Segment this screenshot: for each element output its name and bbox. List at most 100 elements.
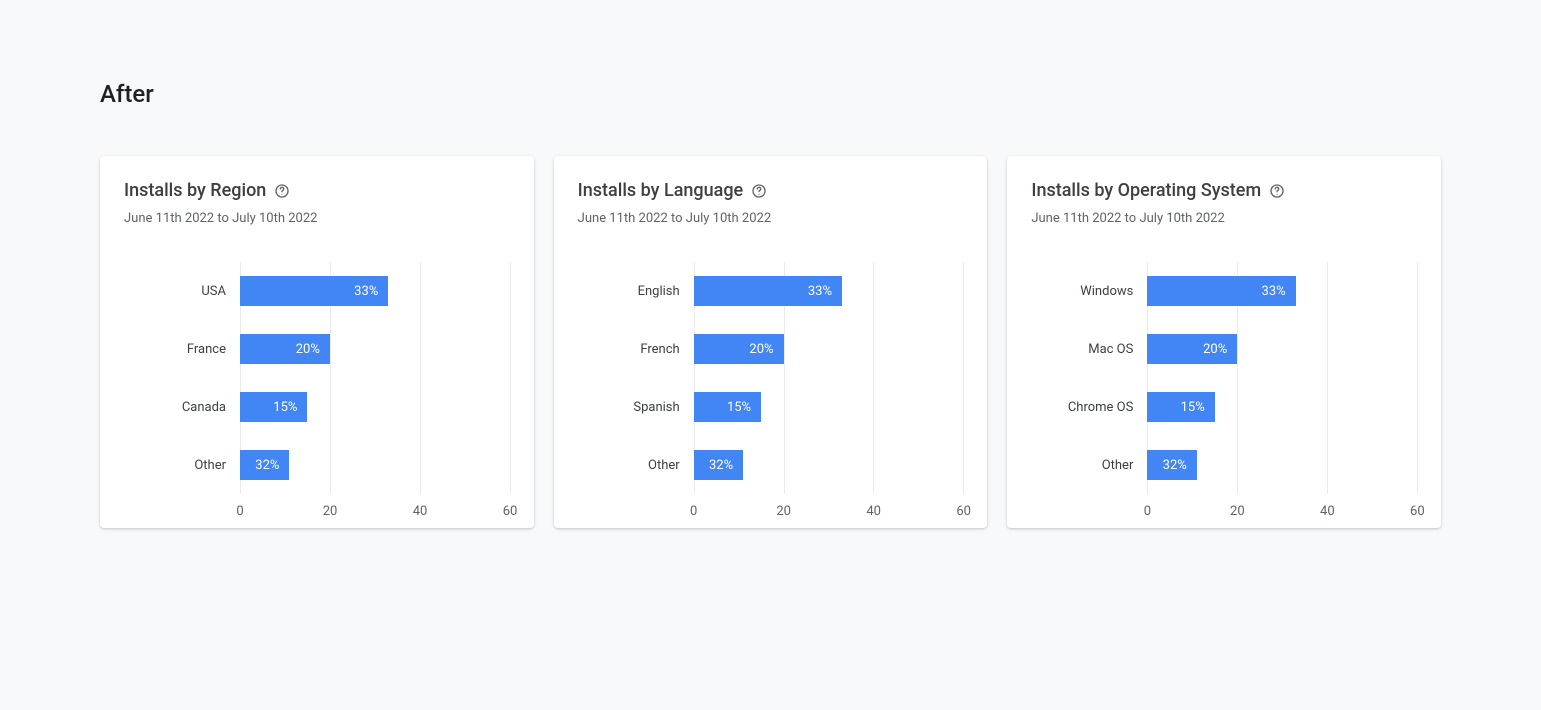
bar-fill: 20% [694, 334, 784, 364]
card-title: Installs by Operating System [1031, 180, 1261, 201]
bar-fill: 33% [694, 276, 842, 306]
bar-row: Canada 15% [124, 378, 510, 436]
bar-fill: 33% [1147, 276, 1295, 306]
card-title-row: Installs by Operating System [1031, 180, 1417, 201]
chart-area: Windows 33% Mac OS 20% Chrome OS 15% [1031, 262, 1417, 504]
bar-value: 33% [354, 284, 378, 299]
chart-area: English 33% French 20% Spanish 15% [578, 262, 964, 504]
bar-label: Windows [1031, 284, 1147, 299]
help-icon[interactable] [1269, 183, 1285, 199]
bar-label: Mac OS [1031, 342, 1147, 357]
bar-value: 32% [709, 458, 733, 473]
card-header: Installs by Operating System June 11th 2… [1031, 180, 1417, 226]
bar-track: 33% [1147, 276, 1417, 306]
x-tick: 40 [866, 504, 881, 519]
bar-value: 20% [749, 342, 773, 357]
page-title: After [100, 80, 1441, 108]
bar-track: 15% [694, 392, 964, 422]
bars-container: English 33% French 20% Spanish 15% [578, 262, 964, 494]
bar-fill: 15% [1147, 392, 1214, 422]
bar-fill: 32% [694, 450, 743, 480]
bar-row: Mac OS 20% [1031, 320, 1417, 378]
bar-fill: 20% [240, 334, 330, 364]
gridline [510, 262, 511, 494]
bar-row: Other 32% [124, 436, 510, 494]
card-title-row: Installs by Language [578, 180, 964, 201]
x-tick: 60 [503, 504, 518, 519]
chart-area: USA 33% France 20% Canada 15% [124, 262, 510, 504]
bar-value: 20% [296, 342, 320, 357]
bar-track: 15% [240, 392, 510, 422]
bar-row: Other 32% [578, 436, 964, 494]
card-title: Installs by Region [124, 180, 266, 201]
bar-track: 32% [694, 450, 964, 480]
bar-label: Spanish [578, 400, 694, 415]
card-title-row: Installs by Region [124, 180, 510, 201]
gridline [963, 262, 964, 494]
bar-label: Canada [124, 400, 240, 415]
bar-label: French [578, 342, 694, 357]
bar-fill: 32% [1147, 450, 1196, 480]
bars-container: Windows 33% Mac OS 20% Chrome OS 15% [1031, 262, 1417, 494]
bar-track: 33% [694, 276, 964, 306]
bar-fill: 32% [240, 450, 289, 480]
bar-track: 32% [240, 450, 510, 480]
bar-row: English 33% [578, 262, 964, 320]
card-subtitle: June 11th 2022 to July 10th 2022 [1031, 211, 1417, 226]
x-tick: 20 [1230, 504, 1245, 519]
bar-value: 20% [1203, 342, 1227, 357]
bar-track: 33% [240, 276, 510, 306]
bar-row: French 20% [578, 320, 964, 378]
bar-value: 15% [273, 400, 297, 415]
bar-row: France 20% [124, 320, 510, 378]
x-tick: 20 [323, 504, 338, 519]
card-region: Installs by Region June 11th 2022 to Jul… [100, 156, 534, 528]
bar-row: Spanish 15% [578, 378, 964, 436]
bar-value: 15% [727, 400, 751, 415]
bar-fill: 33% [240, 276, 388, 306]
bar-fill: 15% [240, 392, 307, 422]
help-icon[interactable] [274, 183, 290, 199]
help-icon[interactable] [751, 183, 767, 199]
bar-track: 15% [1147, 392, 1417, 422]
bar-label: France [124, 342, 240, 357]
x-tick: 0 [236, 504, 243, 519]
card-header: Installs by Region June 11th 2022 to Jul… [124, 180, 510, 226]
bar-fill: 20% [1147, 334, 1237, 364]
bar-label: Other [1031, 458, 1147, 473]
bar-track: 32% [1147, 450, 1417, 480]
x-tick: 40 [413, 504, 428, 519]
x-tick: 20 [776, 504, 791, 519]
bar-value: 33% [808, 284, 832, 299]
bar-track: 20% [1147, 334, 1417, 364]
card-subtitle: June 11th 2022 to July 10th 2022 [578, 211, 964, 226]
card-title: Installs by Language [578, 180, 744, 201]
bars-container: USA 33% France 20% Canada 15% [124, 262, 510, 494]
x-tick: 60 [1410, 504, 1425, 519]
x-tick: 60 [956, 504, 971, 519]
card-language: Installs by Language June 11th 2022 to J… [554, 156, 988, 528]
bar-label: English [578, 284, 694, 299]
bar-value: 32% [1163, 458, 1187, 473]
bar-value: 32% [255, 458, 279, 473]
bar-label: Chrome OS [1031, 400, 1147, 415]
bar-fill: 15% [694, 392, 761, 422]
bar-value: 15% [1181, 400, 1205, 415]
bar-row: Windows 33% [1031, 262, 1417, 320]
bar-track: 20% [240, 334, 510, 364]
gridline [1417, 262, 1418, 494]
x-tick: 0 [1144, 504, 1151, 519]
card-header: Installs by Language June 11th 2022 to J… [578, 180, 964, 226]
bar-row: USA 33% [124, 262, 510, 320]
bar-value: 33% [1262, 284, 1286, 299]
bar-label: Other [124, 458, 240, 473]
bar-track: 20% [694, 334, 964, 364]
bar-row: Chrome OS 15% [1031, 378, 1417, 436]
bar-label: USA [124, 284, 240, 299]
bar-label: Other [578, 458, 694, 473]
x-tick: 40 [1320, 504, 1335, 519]
cards-row: Installs by Region June 11th 2022 to Jul… [100, 156, 1441, 528]
card-os: Installs by Operating System June 11th 2… [1007, 156, 1441, 528]
card-subtitle: June 11th 2022 to July 10th 2022 [124, 211, 510, 226]
x-tick: 0 [690, 504, 697, 519]
